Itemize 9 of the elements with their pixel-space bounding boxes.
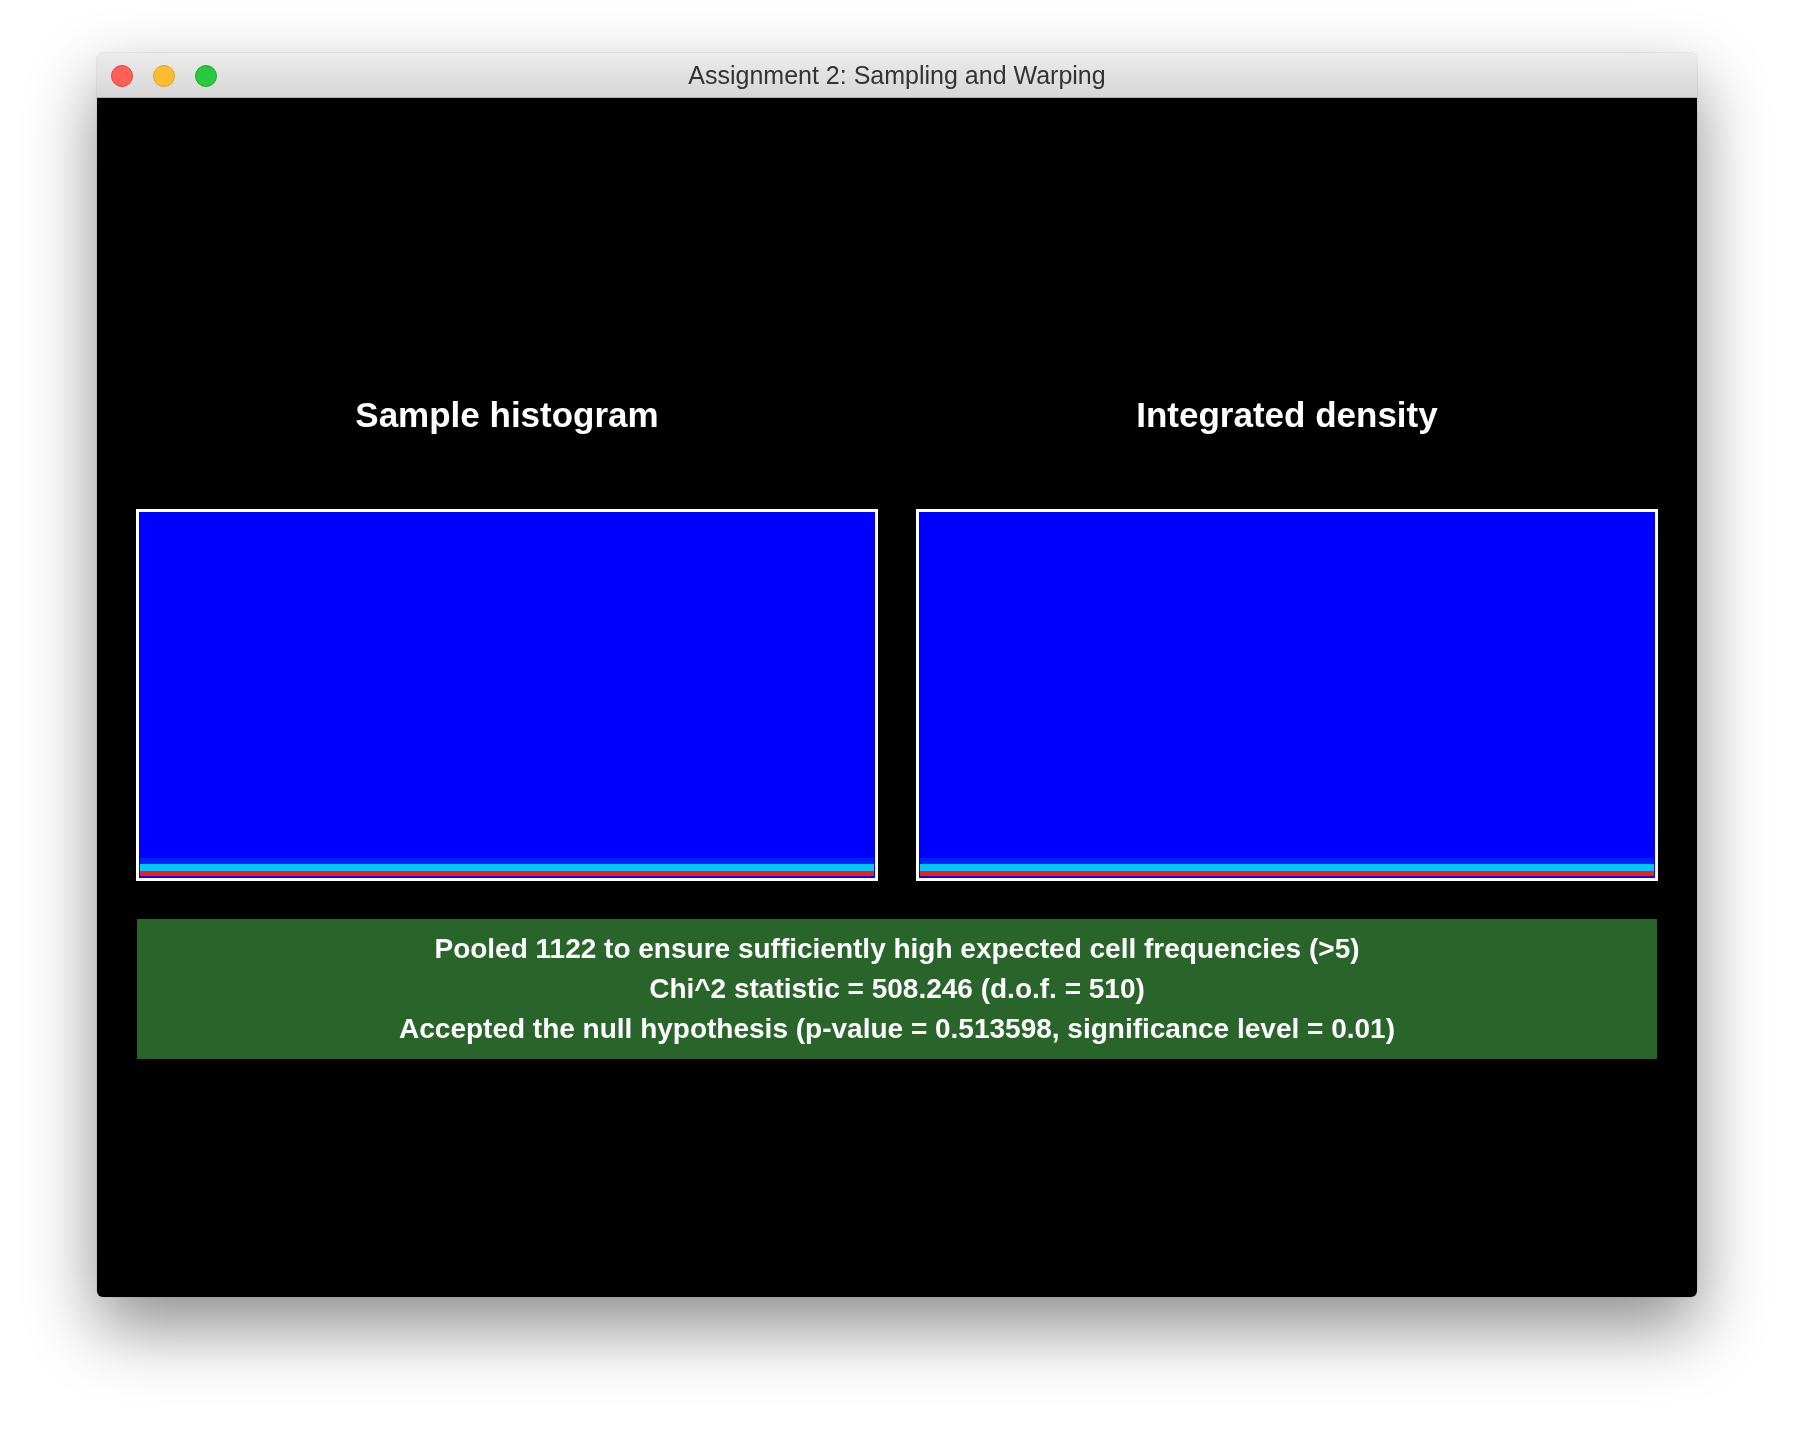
close-icon[interactable] — [111, 65, 133, 87]
panel-title: Sample histogram — [355, 394, 659, 436]
maximize-icon[interactable] — [195, 65, 217, 87]
result-text: Accepted the null hypothesis (p-value = 0.513598, significance level = 0.01) — [399, 1012, 1395, 1046]
minimize-icon[interactable] — [153, 65, 175, 87]
result-text: Pooled 1122 to ensure sufficiently high expected cell frequencies (>5) — [434, 932, 1360, 966]
window-title: Assignment 2: Sampling and Warping — [688, 60, 1106, 90]
panel-title: Integrated density — [1136, 394, 1438, 436]
result-text: Chi^2 statistic = 508.246 (d.o.f. = 510) — [649, 972, 1145, 1006]
